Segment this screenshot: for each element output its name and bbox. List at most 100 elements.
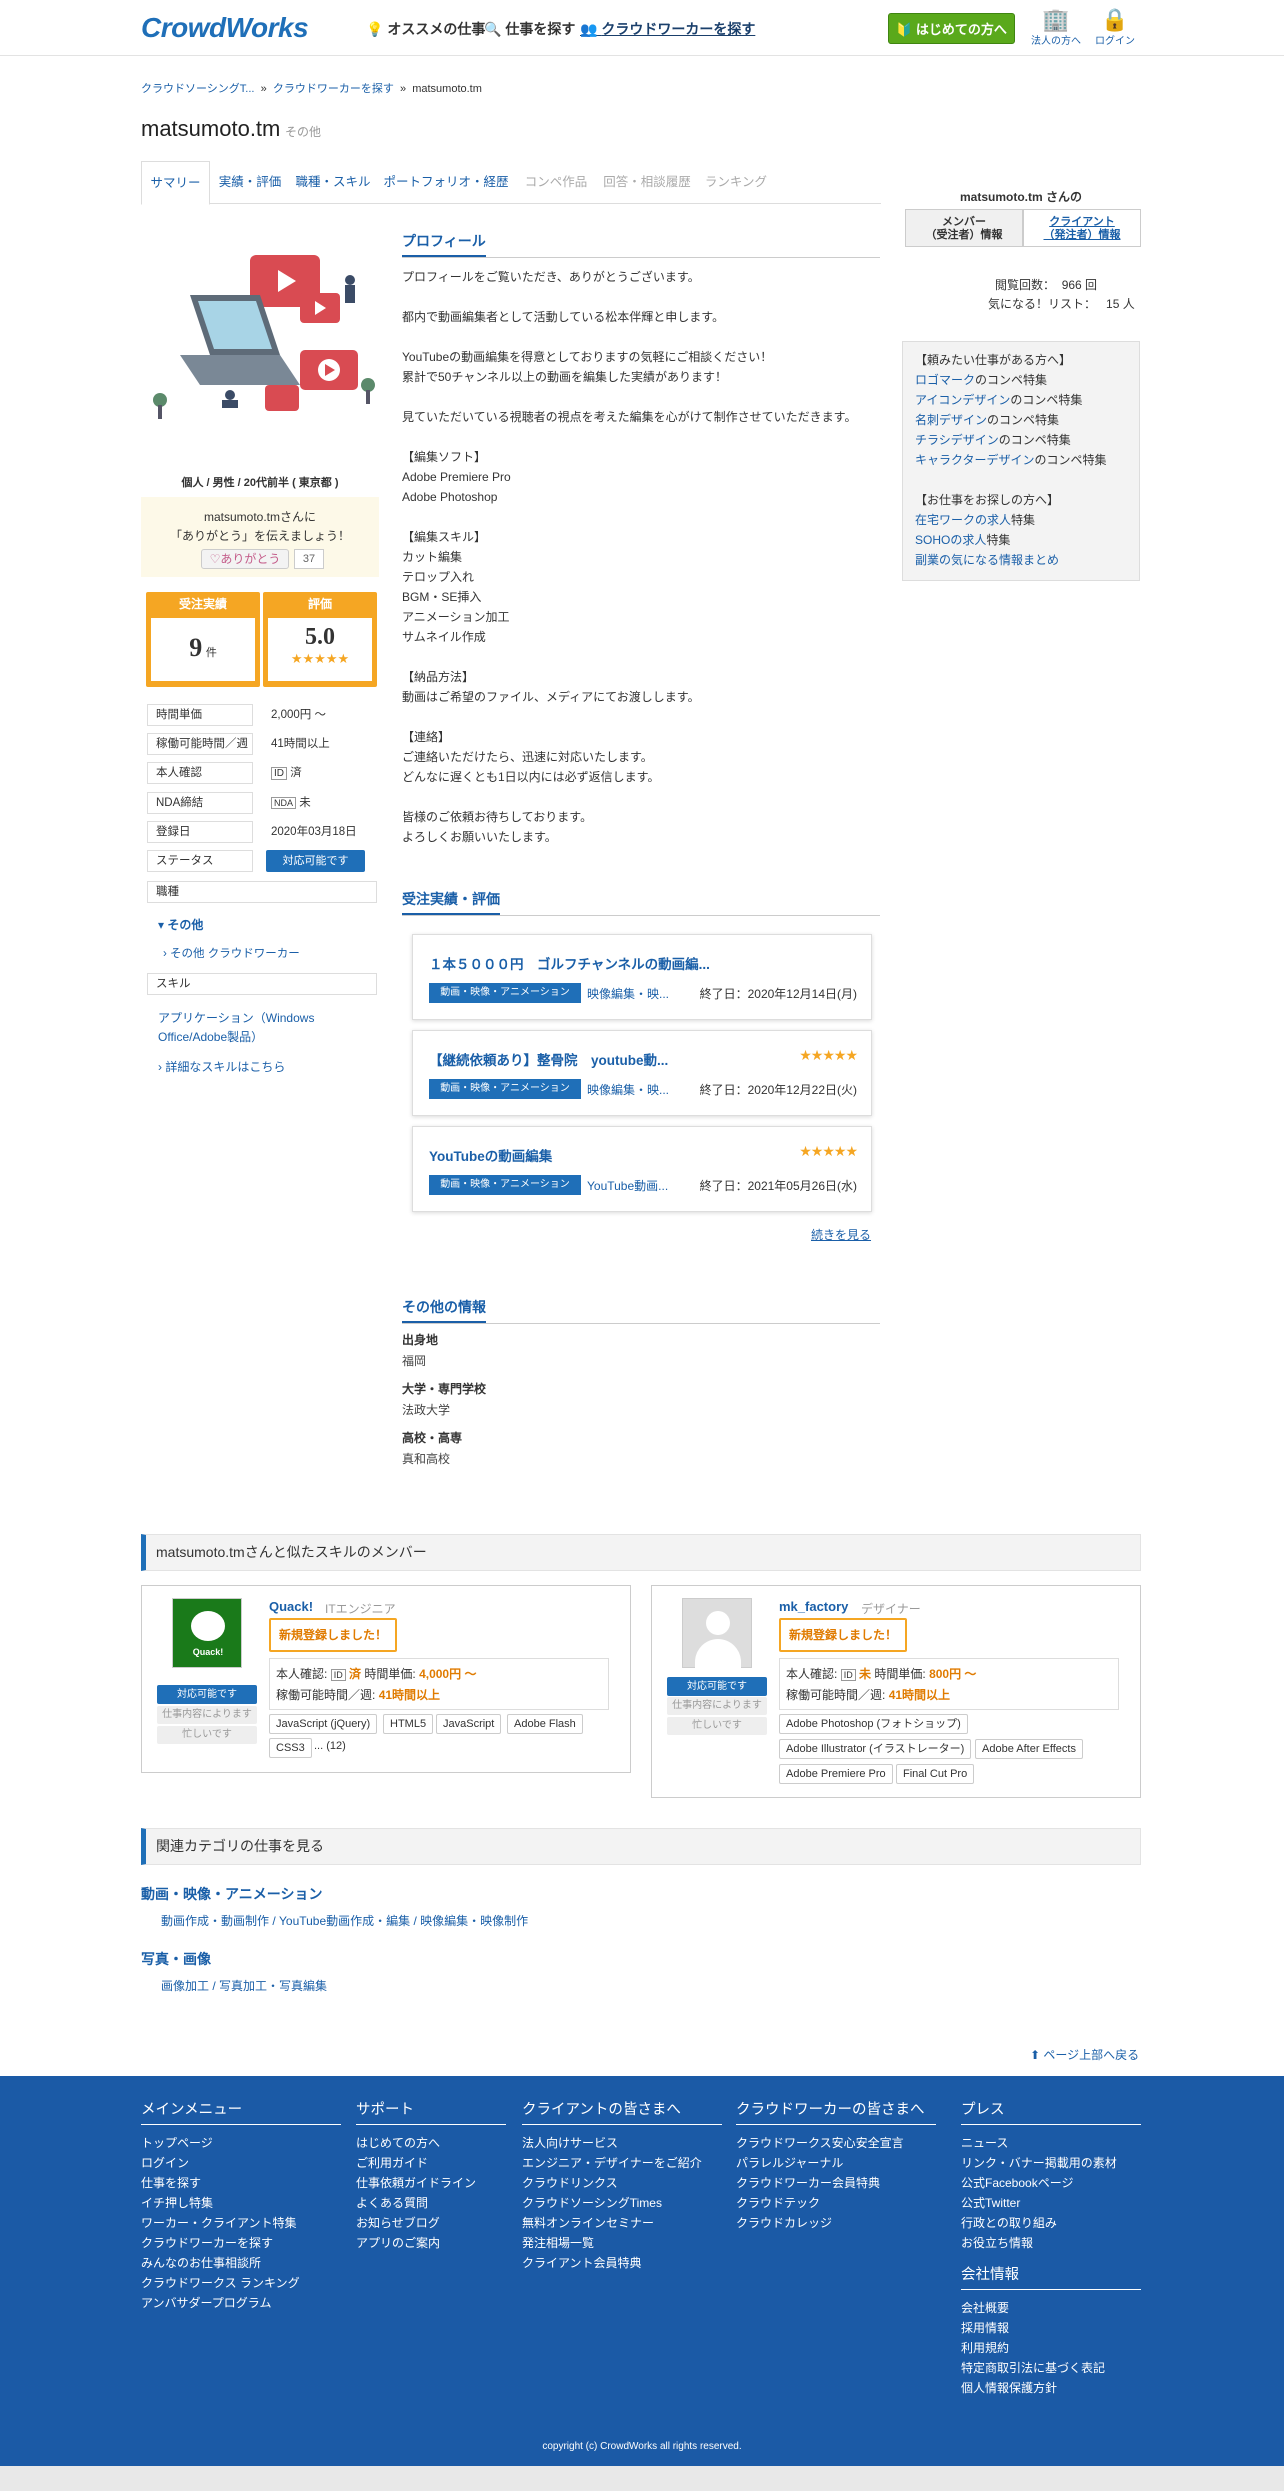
nav-recommended[interactable]: 💡 オススメの仕事: [366, 19, 485, 39]
footer-link[interactable]: 会社概要: [961, 2298, 1141, 2318]
skill-tag[interactable]: Adobe Photoshop (フォトショップ): [779, 1714, 968, 1734]
job-subcategory[interactable]: › その他 クラウドワーカー: [163, 945, 300, 961]
order-subcategory[interactable]: 映像編集・映...: [587, 1081, 669, 1098]
thanks-box: matsumoto.tmさんに 「ありがとう」を伝えましょう！ ♡ありがとう 3…: [141, 497, 379, 577]
order-category[interactable]: 動画・映像・アニメーション: [429, 983, 581, 1003]
footer-link[interactable]: ご利用ガイド: [356, 2153, 506, 2173]
order-category[interactable]: 動画・映像・アニメーション: [429, 1175, 581, 1195]
breadcrumb-home[interactable]: クラウドソーシングT...: [141, 83, 254, 95]
related-links[interactable]: 動画作成・動画制作 / YouTube動画作成・編集 / 映像編集・映像制作: [161, 1912, 528, 1929]
order-card[interactable]: YouTubeの動画編集 ★★★★★ 動画・映像・アニメーション YouTube…: [412, 1126, 872, 1212]
footer-link[interactable]: アプリのご案内: [356, 2233, 506, 2253]
footer-link[interactable]: みんなのお仕事相談所: [141, 2253, 341, 2273]
footer-link[interactable]: パラレルジャーナル: [736, 2153, 936, 2173]
tab-client-info[interactable]: クライアント （発注者）情報: [1023, 209, 1141, 247]
footer-link[interactable]: クラウドワークス安心安全宣言: [736, 2133, 936, 2153]
footer-link[interactable]: ニュース: [961, 2133, 1141, 2153]
footer-link[interactable]: イチ押し特集: [141, 2193, 341, 2213]
footer-link[interactable]: 仕事を探す: [141, 2173, 341, 2193]
thanks-button[interactable]: ♡ありがとう: [201, 549, 289, 569]
skill-tag[interactable]: Adobe Premiere Pro: [779, 1764, 893, 1784]
footer-link[interactable]: クラウドワーカーを探す: [141, 2233, 341, 2253]
skill-tag[interactable]: CSS3: [269, 1738, 312, 1758]
footer-link[interactable]: クラウドリンクス: [522, 2173, 722, 2193]
related-links[interactable]: 画像加工 / 写真加工・写真編集: [161, 1977, 327, 1994]
footer-link[interactable]: エンジニア・デザイナーをご紹介: [522, 2153, 722, 2173]
skill-more[interactable]: ... (12): [314, 1740, 346, 1752]
logo[interactable]: CrowdWorks: [141, 12, 309, 44]
footer-link[interactable]: 個人情報保護方針: [961, 2378, 1141, 2398]
footer-link[interactable]: 公式Twitter: [961, 2193, 1141, 2213]
copyright: copyright (c) CrowdWorks all rights rese…: [542, 2441, 742, 2452]
skill-link-line2[interactable]: Office/Adobe製品）: [158, 1028, 263, 1045]
breadcrumb-current: matsumoto.tm: [412, 83, 482, 95]
skill-tag[interactable]: Adobe Illustrator (イラストレーター): [779, 1739, 972, 1759]
footer-link[interactable]: ログイン: [141, 2153, 341, 2173]
footer-link[interactable]: お知らせブログ: [356, 2213, 506, 2233]
footer-link[interactable]: 採用情報: [961, 2318, 1141, 2338]
tab-skills[interactable]: 職種・スキル: [293, 161, 373, 204]
want-heading: 【頼みたい仕事がある方へ】: [915, 353, 1072, 367]
order-title[interactable]: YouTubeの動画編集: [429, 1145, 552, 1165]
footer-link[interactable]: 公式Facebookページ: [961, 2173, 1141, 2193]
order-subcategory[interactable]: YouTube動画...: [587, 1177, 668, 1194]
tab-answers: 回答・相談履歴: [603, 175, 691, 189]
order-category[interactable]: 動画・映像・アニメーション: [429, 1079, 581, 1099]
footer-link[interactable]: よくある質問: [356, 2193, 506, 2213]
tab-portfolio[interactable]: ポートフォリオ・経歴: [381, 161, 511, 204]
leaf-icon: 🔰: [896, 22, 913, 37]
footer-link[interactable]: 行政との取り組み: [961, 2213, 1141, 2233]
skill-tag[interactable]: Adobe After Effects: [975, 1739, 1083, 1759]
footer-link[interactable]: クラウドワークス ランキング: [141, 2273, 341, 2293]
status-option: 仕事内容によります: [157, 1706, 257, 1724]
related-category[interactable]: 写真・画像: [141, 1949, 211, 1969]
login-link[interactable]: 🔒 ログイン: [1092, 8, 1138, 48]
tab-member-info[interactable]: メンバー （受注者）情報: [905, 209, 1023, 247]
avatar[interactable]: Quack!: [172, 1598, 242, 1668]
nav-find-workers[interactable]: 👥 クラウドワーカーを探す: [580, 19, 755, 39]
order-card[interactable]: 【継続依頼あり】整骨院 youtube動... ★★★★★ 動画・映像・アニメー…: [412, 1030, 872, 1116]
job-category[interactable]: ▾ その他: [158, 916, 203, 933]
skill-link-line1[interactable]: アプリケーション（Windows: [158, 1009, 314, 1026]
footer-link[interactable]: リンク・バナー掲載用の素材: [961, 2153, 1141, 2173]
footer-link[interactable]: トップページ: [141, 2133, 341, 2153]
order-title[interactable]: 【継続依頼あり】整骨院 youtube動...: [429, 1049, 668, 1069]
footer-link[interactable]: 利用規約: [961, 2338, 1141, 2358]
avatar[interactable]: [682, 1598, 752, 1669]
more-orders-link[interactable]: 続きを見る: [811, 1226, 871, 1243]
footer-link[interactable]: クライアント会員特典: [522, 2253, 722, 2273]
footer-link[interactable]: 法人向けサービス: [522, 2133, 722, 2153]
skill-tag[interactable]: Adobe Flash: [507, 1714, 583, 1734]
status-badge: 対応可能です: [266, 850, 365, 872]
footer-link[interactable]: ワーカー・クライアント特集: [141, 2213, 341, 2233]
footer-link[interactable]: クラウドワーカー会員特典: [736, 2173, 936, 2193]
footer-link[interactable]: 仕事依頼ガイドライン: [356, 2173, 506, 2193]
member-name[interactable]: mk_factory: [779, 1599, 848, 1614]
footer-link[interactable]: 特定商取引法に基づく表記: [961, 2358, 1141, 2378]
footer-link[interactable]: クラウドカレッジ: [736, 2213, 936, 2233]
back-to-top-link[interactable]: ⬆ ページ上部へ戻る: [1030, 2046, 1139, 2063]
member-name[interactable]: Quack!: [269, 1599, 313, 1614]
order-subcategory[interactable]: 映像編集・映...: [587, 985, 669, 1002]
order-card[interactable]: １本５０００円 ゴルフチャンネルの動画編... 動画・映像・アニメーション 映像…: [412, 934, 872, 1020]
start-button[interactable]: 🔰 はじめての方へ: [888, 13, 1015, 44]
corp-link[interactable]: 🏢 法人の方へ: [1030, 8, 1082, 48]
footer-link[interactable]: クラウドテック: [736, 2193, 936, 2213]
footer-link[interactable]: お役立ち情報: [961, 2233, 1141, 2253]
skill-tag[interactable]: JavaScript: [436, 1714, 502, 1734]
footer-link[interactable]: クラウドソーシングTimes: [522, 2193, 722, 2213]
breadcrumb-workers[interactable]: クラウドワーカーを探す: [273, 83, 394, 95]
skill-more-link[interactable]: › 詳細なスキルはこちら: [158, 1058, 285, 1075]
tab-results[interactable]: 実績・評価: [215, 161, 285, 204]
related-category[interactable]: 動画・映像・アニメーション: [141, 1884, 322, 1904]
footer-link[interactable]: はじめての方へ: [356, 2133, 506, 2153]
footer-link[interactable]: 発注相場一覧: [522, 2233, 722, 2253]
skill-tag[interactable]: HTML5: [383, 1714, 434, 1734]
footer-link[interactable]: アンバサダープログラム: [141, 2293, 341, 2313]
tab-summary[interactable]: サマリー: [141, 161, 210, 205]
footer-link[interactable]: 無料オンラインセミナー: [522, 2213, 722, 2233]
order-title[interactable]: １本５０００円 ゴルフチャンネルの動画編...: [429, 953, 710, 973]
skill-tag[interactable]: Final Cut Pro: [896, 1764, 975, 1784]
nav-find-jobs[interactable]: 🔍 仕事を探す: [484, 19, 575, 39]
skill-tag[interactable]: JavaScript (jQuery): [269, 1714, 378, 1734]
